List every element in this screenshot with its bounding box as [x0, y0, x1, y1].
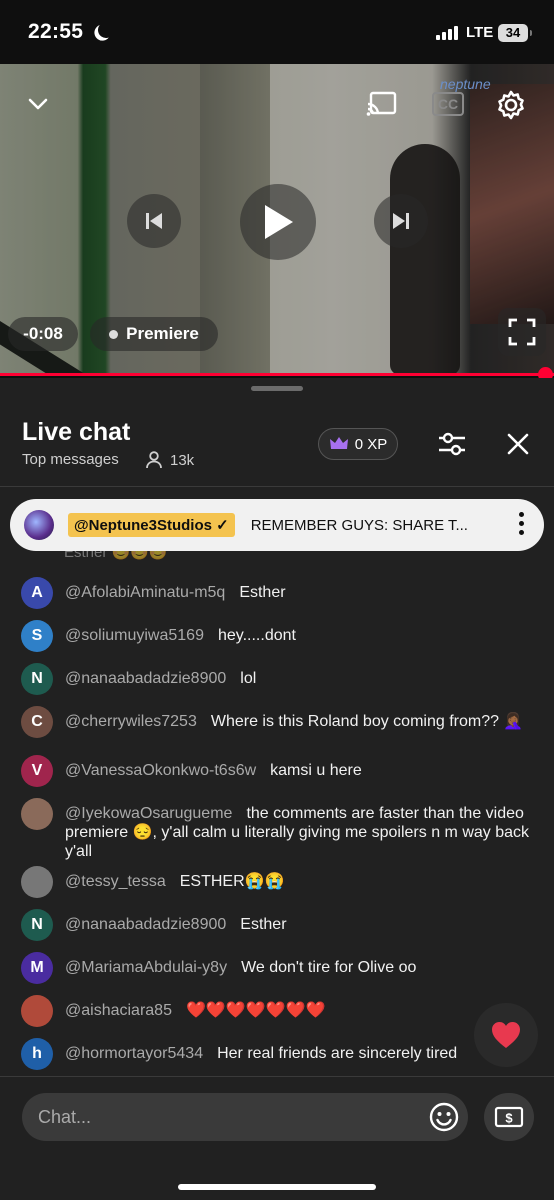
time-remaining-text: -0:08: [23, 324, 63, 343]
message-author[interactable]: @AfolabiAminatu-m5q: [65, 584, 225, 601]
message-body: @AfolabiAminatu-m5q Esther: [65, 583, 532, 602]
pinned-author: @Neptune3Studios ✓: [68, 513, 235, 537]
message-text: kamsi u here: [270, 762, 362, 779]
captions-icon[interactable]: CC: [428, 86, 468, 122]
avatar[interactable]: [21, 995, 53, 1027]
svg-text:$: $: [505, 1111, 513, 1126]
message-body: @VanessaOkonkwo-t6s6w kamsi u here: [65, 761, 532, 780]
message-body: @tessy_tessa ESTHER😭😭: [65, 872, 532, 891]
previous-icon[interactable]: [127, 194, 181, 248]
moon-icon: [97, 21, 116, 40]
avatar[interactable]: N: [21, 909, 53, 941]
pinned-text: REMEMBER GUYS: SHARE T...: [250, 516, 468, 534]
premiere-badge: Premiere: [90, 317, 218, 351]
avatar[interactable]: C: [21, 706, 53, 738]
next-icon[interactable]: [374, 194, 428, 248]
header-divider: [0, 486, 554, 487]
message-body: @hormortayor5434 Her real friends are sin…: [65, 1044, 532, 1063]
battery-icon: 34: [498, 24, 532, 42]
message-author[interactable]: @tessy_tessa: [65, 873, 166, 890]
captions-label: CC: [431, 92, 465, 116]
super-chat-button[interactable]: $: [484, 1093, 534, 1141]
message-body: @cherrywiles7253 Where is this Roland boy…: [65, 712, 532, 731]
pinned-message[interactable]: @Neptune3Studios ✓ REMEMBER GUYS: SHARE …: [10, 499, 544, 551]
message-author[interactable]: @IyekowaOsarugueme: [65, 805, 232, 822]
avatar[interactable]: M: [21, 952, 53, 984]
minimize-chevron-icon[interactable]: [20, 86, 56, 122]
viewer-count-value: 13k: [170, 451, 195, 469]
message-text: We don't tire for Olive oo: [241, 959, 417, 976]
message-author[interactable]: @hormortayor5434: [65, 1045, 203, 1062]
filter-sliders-icon[interactable]: [432, 424, 472, 464]
network-label: LTE: [466, 24, 494, 41]
avatar[interactable]: [21, 866, 53, 898]
avatar[interactable]: [21, 798, 53, 830]
close-icon[interactable]: [498, 424, 538, 464]
message-text: ESTHER😭😭: [179, 873, 285, 890]
message-author[interactable]: @VanessaOkonkwo-t6s6w: [65, 762, 256, 779]
video-progress-bar[interactable]: [0, 373, 554, 376]
message-text: hey.....dont: [217, 627, 296, 644]
message-body: @nanaabadadzie8900 lol: [65, 669, 532, 688]
emoji-icon[interactable]: [428, 1101, 460, 1133]
avatar[interactable]: V: [21, 755, 53, 787]
message-author[interactable]: @MariamaAbdulai-y8y: [65, 959, 227, 976]
message-body: @aishaciara85 ❤️❤️❤️❤️❤️❤️❤️: [65, 1001, 532, 1020]
message-text: Where is this Roland boy coming from?? 🤦…: [210, 713, 524, 730]
chat-title: Live chat: [22, 418, 131, 446]
message-author[interactable]: @nanaabadadzie8900: [65, 670, 226, 687]
cast-icon[interactable]: [362, 84, 402, 124]
play-icon[interactable]: [240, 184, 316, 260]
message-text: ❤️❤️❤️❤️❤️❤️❤️: [185, 1002, 326, 1019]
heart-icon: [492, 1022, 520, 1048]
message-body: @nanaabadadzie8900 Esther: [65, 915, 532, 934]
video-player[interactable]: neptune CC -0:08 Premiere: [0, 64, 554, 375]
message-author[interactable]: @soliumuyiwa5169: [65, 627, 204, 644]
message-author[interactable]: @cherrywiles7253: [65, 713, 197, 730]
xp-value: 0 XP: [354, 435, 388, 453]
message-text: Her real friends are sincerely tired: [217, 1045, 458, 1062]
xp-badge[interactable]: 0 XP: [318, 428, 398, 460]
message-body: @soliumuyiwa5169 hey.....dont: [65, 626, 532, 645]
dollar-bill-icon: $: [494, 1106, 524, 1128]
message-body: @IyekowaOsarugueme the comments are faste…: [65, 804, 532, 861]
viewer-count: 13k: [146, 451, 194, 469]
time-remaining: -0:08: [8, 317, 78, 351]
premiere-dot-icon: [109, 329, 119, 339]
person-icon: [146, 451, 162, 469]
status-time: 22:55: [28, 20, 84, 43]
chat-filter-label[interactable]: Top messages: [22, 451, 119, 468]
heart-reaction-button[interactable]: [474, 1003, 538, 1067]
avatar[interactable]: N: [21, 663, 53, 695]
signal-icon: [436, 26, 458, 40]
drag-handle[interactable]: [251, 386, 303, 391]
fullscreen-icon[interactable]: [498, 308, 546, 356]
message-author[interactable]: @nanaabadadzie8900: [65, 916, 226, 933]
message-text: lol: [240, 670, 257, 687]
message-body: @MariamaAbdulai-y8y We don't tire for Oli…: [65, 958, 532, 977]
avatar[interactable]: A: [21, 577, 53, 609]
avatar[interactable]: h: [21, 1038, 53, 1070]
pinned-avatar: [24, 510, 54, 540]
status-bar: 22:55 LTE 34: [0, 0, 554, 64]
chat-input[interactable]: [22, 1093, 468, 1141]
message-text: Esther: [239, 584, 286, 601]
settings-gear-icon[interactable]: [490, 84, 532, 126]
crown-icon: [329, 437, 348, 449]
message-text: Esther: [240, 916, 287, 933]
more-vertical-icon[interactable]: [518, 512, 524, 535]
home-indicator: [178, 1184, 376, 1190]
premiere-label: Premiere: [126, 324, 199, 343]
message-author[interactable]: @aishaciara85: [65, 1002, 172, 1019]
avatar[interactable]: S: [21, 620, 53, 652]
